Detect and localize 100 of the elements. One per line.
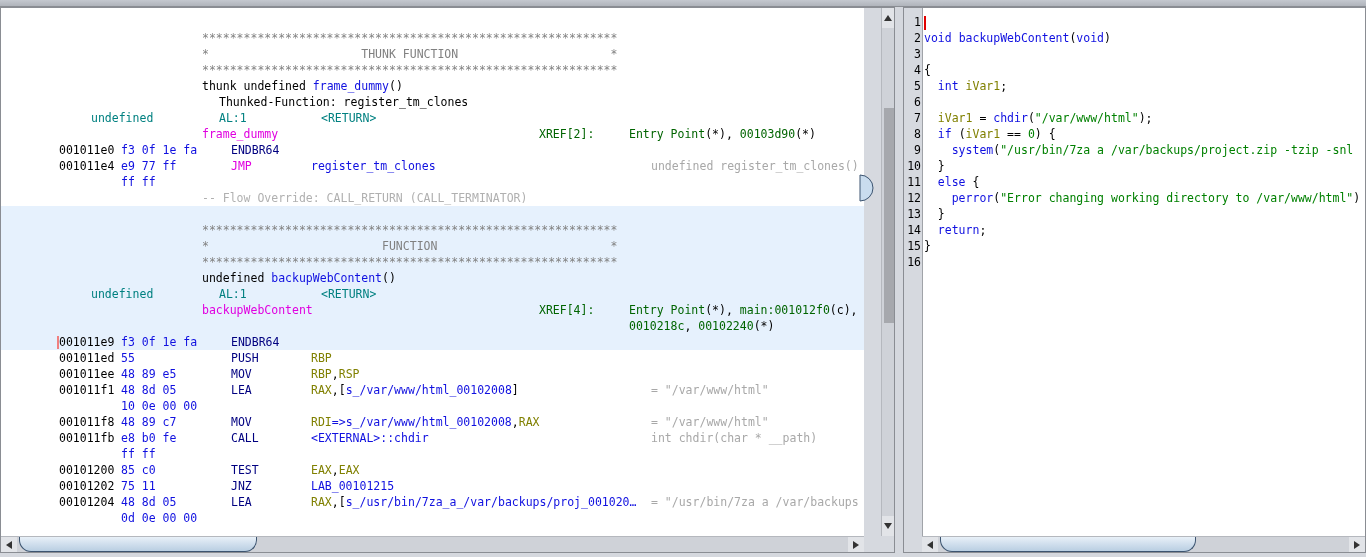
address-text: 001011e0: [59, 142, 115, 158]
instruction-bytes: 48 8d 05: [121, 382, 177, 398]
operand-text: RAX,[s_/var/www/html_00102008]: [311, 382, 519, 398]
mnemonic-text: LEA: [231, 382, 252, 398]
left-arrow-icon: [5, 539, 13, 550]
mnemonic-text: PUSH: [231, 350, 259, 366]
code-text: }: [936, 207, 945, 221]
banner-comment: ************************************************************: [202, 30, 618, 46]
instruction-bytes: 48 89 c7: [121, 414, 177, 430]
scroll-left-button[interactable]: [922, 537, 938, 552]
instruction-bytes: e8 b0 fe: [121, 430, 177, 446]
code-text: iVar1 = chdir("/var/www/html");: [936, 111, 1153, 125]
thunked-function-text: Thunked-Function: register_tm_clones: [219, 94, 469, 110]
address-text: 001011ed: [59, 350, 115, 366]
line-number: 10: [906, 158, 922, 174]
line-number: 15: [906, 238, 922, 254]
down-arrow-icon: [883, 522, 893, 530]
return-type: undefined: [91, 110, 154, 126]
line-number: 11: [906, 174, 922, 190]
code-text: int iVar1;: [936, 79, 1008, 93]
code-text: }: [936, 159, 945, 173]
banner-comment: * FUNCTION *: [202, 238, 618, 254]
flow-override-comment: -- Flow Override: CALL_RETURN (CALL_TERMINATOR): [202, 190, 528, 206]
mnemonic-text: JMP: [231, 158, 252, 174]
scroll-left-button[interactable]: [1, 537, 17, 552]
code-text: void backupWebContent(void): [924, 31, 1111, 45]
mnemonic-text: ENDBR64: [231, 142, 280, 158]
instruction-bytes: 0d 0e 00 00: [121, 510, 198, 526]
address-text: 001011f8: [59, 414, 115, 430]
operand-text: RBP,RSP: [311, 366, 360, 382]
instruction-bytes: ff ff: [121, 446, 156, 462]
address-text: 001011e4: [59, 158, 115, 174]
horizontal-scrollbar[interactable]: [922, 536, 1365, 552]
xref-label: XREF[4]:: [539, 302, 595, 318]
function-label[interactable]: frame_dummy: [202, 126, 279, 142]
line-number: 16: [906, 254, 922, 270]
banner-comment: ************************************************************: [202, 254, 618, 270]
xref-label: XREF[2]:: [539, 126, 595, 142]
left-arrow-icon: [926, 539, 934, 550]
right-arrow-icon: [1353, 539, 1361, 550]
scroll-up-button[interactable]: [882, 8, 894, 28]
mnemonic-text: LEA: [231, 494, 252, 510]
comment-text: = "/var/www/html": [651, 382, 769, 398]
comment-text: = "/var/www/html": [651, 414, 769, 430]
xref-list[interactable]: Entry Point(*), 00103d90(*): [629, 126, 816, 142]
return-type: undefined: [91, 286, 154, 302]
mnemonic-text: TEST: [231, 462, 259, 478]
operand-text: <EXTERNAL>::chdir: [311, 430, 429, 446]
code-text: else {: [936, 175, 980, 189]
scroll-right-button[interactable]: [1349, 537, 1365, 552]
comment-text: int chdir(char * __path): [651, 430, 818, 446]
function-signature: undefined backupWebContent(): [202, 270, 396, 286]
instruction-bytes: f3 0f 1e fa: [121, 334, 198, 350]
code-text: perror("Error changing working directory to /var/www/html"): [950, 191, 1361, 205]
address-text: 00101202: [59, 478, 115, 494]
return-storage: AL:1: [219, 110, 247, 126]
operand-text: RDI=>s_/var/www/html_00102008,RAX: [311, 414, 540, 430]
function-label[interactable]: backupWebContent: [202, 302, 313, 318]
code-text: {: [924, 63, 931, 77]
instruction-bytes: e9 77 ff: [121, 158, 177, 174]
function-signature: thunk undefined frame_dummy(): [202, 78, 403, 94]
line-number: 7: [913, 110, 922, 126]
line-number: 4: [913, 62, 922, 78]
divider-knob-icon[interactable]: [858, 174, 874, 202]
line-number: 12: [906, 190, 922, 206]
comment-text: = "/usr/bin/7za a /var/backups: [651, 494, 859, 510]
instruction-bytes: 55: [121, 350, 135, 366]
return-name: <RETURN>: [321, 110, 377, 126]
mnemonic-text: CALL: [231, 430, 259, 446]
code-text: }: [924, 239, 931, 253]
address-text: 001011e9: [59, 334, 115, 350]
horizontal-scrollbar[interactable]: [1, 536, 864, 552]
operand-text: EAX,EAX: [311, 462, 360, 478]
operand-text: RBP: [311, 350, 332, 366]
mnemonic-text: MOV: [231, 414, 252, 430]
operand-text: register_tm_clones: [311, 158, 436, 174]
up-arrow-icon: [883, 14, 893, 22]
code-text: system("/usr/bin/7za a /var/backups/project.zip -tzip -snl: [950, 143, 1354, 157]
line-number: 9: [913, 142, 922, 158]
line-number: 14: [906, 222, 922, 238]
mnemonic-text: JNZ: [231, 478, 252, 494]
vertical-scrollbar[interactable]: [881, 8, 894, 536]
line-number: 5: [913, 78, 922, 94]
banner-comment: * THUNK FUNCTION *: [202, 46, 618, 62]
address-text: 001011fb: [59, 430, 115, 446]
instruction-bytes: 48 89 e5: [121, 366, 177, 382]
mnemonic-text: ENDBR64: [231, 334, 280, 350]
instruction-bytes: 85 c0: [121, 462, 156, 478]
line-number: 6: [913, 94, 922, 110]
xref-list[interactable]: Entry Point(*), main:001012f0(c),: [629, 302, 858, 318]
xref-list[interactable]: 0010218c, 00102240(*): [629, 318, 775, 334]
scroll-right-button[interactable]: [848, 537, 864, 552]
scroll-down-button[interactable]: [882, 516, 894, 536]
line-number: 8: [913, 126, 922, 142]
instruction-bytes: 75 11: [121, 478, 156, 494]
code-text: return;: [936, 223, 987, 237]
instruction-bytes: 48 8d 05: [121, 494, 177, 510]
banner-comment: ************************************************************: [202, 62, 618, 78]
operand-text: LAB_00101215: [311, 478, 395, 494]
instruction-bytes: ff ff: [121, 174, 156, 190]
